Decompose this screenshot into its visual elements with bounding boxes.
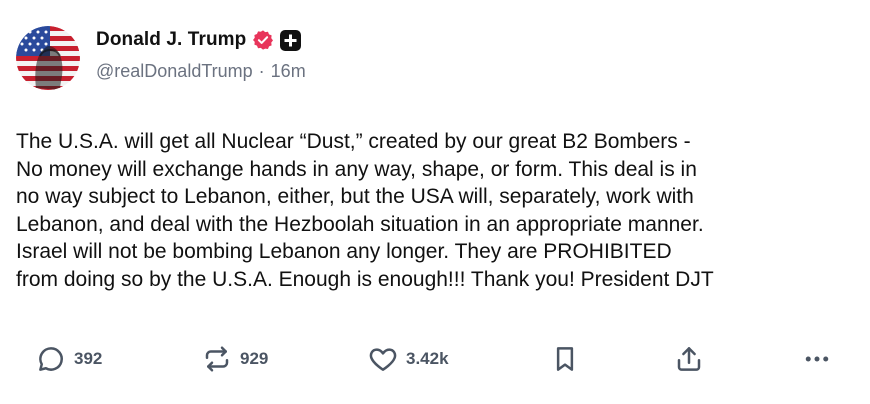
post-actions-bar: 392 929 3.42k: [36, 341, 846, 377]
truth-post: Donald J. Trump @realDonaldTrump · 16m T…: [0, 0, 870, 404]
share-upload-icon: [677, 347, 701, 371]
post-body-text: The U.S.A. will get all Nuclear “Dust,” …: [16, 130, 714, 291]
avatar-flag-portrait-icon: [16, 26, 80, 90]
reply-button[interactable]: 392: [36, 341, 102, 377]
bookmark-button[interactable]: [550, 341, 580, 377]
reply-bubble-icon: [39, 347, 63, 371]
author-name-row: Donald J. Trump: [96, 26, 306, 54]
verified-badge-icon: [252, 29, 274, 51]
author-meta-row: @realDonaldTrump · 16m: [96, 61, 306, 82]
post-author: Donald J. Trump @realDonaldTrump · 16m: [96, 26, 306, 82]
retruth-button[interactable]: 929: [202, 341, 268, 377]
retruth-count: 929: [240, 349, 269, 368]
plus-badge-icon: [280, 29, 302, 51]
author-display-name[interactable]: Donald J. Trump: [96, 29, 246, 51]
more-options-button[interactable]: [802, 341, 832, 377]
share-button[interactable]: [674, 341, 704, 377]
author-handle[interactable]: @realDonaldTrump: [96, 61, 253, 82]
bookmark-icon: [556, 347, 574, 371]
like-button[interactable]: 3.42k: [368, 341, 449, 377]
reply-count: 392: [74, 349, 103, 368]
post-timestamp[interactable]: 16m: [271, 61, 306, 82]
like-count: 3.42k: [406, 349, 449, 368]
more-dots-icon: [805, 356, 829, 362]
meta-separator: ·: [258, 61, 265, 81]
repost-arrows-icon: [205, 346, 229, 372]
avatar[interactable]: [16, 26, 80, 90]
heart-icon: [369, 348, 397, 371]
